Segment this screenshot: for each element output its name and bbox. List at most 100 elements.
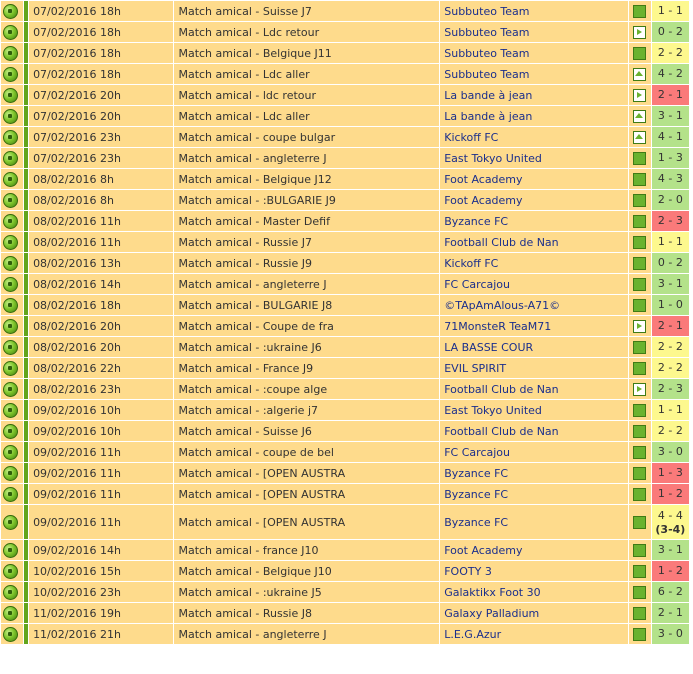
score-cell[interactable]: 2 - 3 [650,210,690,232]
opponent-team-link[interactable]: East Tokyo United [439,147,629,169]
match-row[interactable]: 11/02/2016 19h Match amical - Russie J8 Ga… [0,602,693,624]
score-cell[interactable]: 3 - 0 [650,623,690,645]
opponent-team-link[interactable]: La bande à jean [439,84,629,106]
match-row[interactable]: 09/02/2016 10h Match amical - Suisse J6 Fo… [0,420,693,442]
soccer-ball-icon[interactable] [3,381,18,397]
score-cell[interactable]: 1 - 3 [650,462,690,484]
score-cell[interactable]: 2 - 3 [650,378,690,400]
score-cell[interactable]: 1 - 3 [650,147,690,169]
opponent-team-link[interactable]: ©TApAmAlous-A71© [439,294,629,316]
match-score[interactable]: 1 - 3 [652,151,688,165]
match-score[interactable]: 2 - 3 [652,382,688,396]
match-score[interactable]: 2 - 2 [652,424,688,438]
score-cell[interactable]: 2 - 2 [650,42,690,64]
soccer-ball-icon[interactable] [3,360,18,376]
match-icon-cell[interactable] [0,105,25,127]
opponent-team-link[interactable]: Subbuteo Team [439,21,629,43]
match-icon-cell[interactable] [0,420,25,442]
match-score[interactable]: 3 - 0 [652,627,688,641]
match-score[interactable]: 2 - 3 [652,214,688,228]
score-cell[interactable]: 4 - 1 [650,126,690,148]
match-row[interactable]: 09/02/2016 10h Match amical - :algerie j7… [0,399,693,421]
match-row[interactable]: 08/02/2016 8h Match amical - :BULGARIE J9… [0,189,693,211]
match-icon-cell[interactable] [0,378,25,400]
soccer-ball-icon[interactable] [3,514,18,530]
soccer-ball-icon[interactable] [3,605,18,621]
match-score[interactable]: 1 - 3 [652,466,688,480]
score-cell[interactable]: 1 - 1 [650,399,690,421]
match-score[interactable]: 4 - 3 [652,172,688,186]
match-row[interactable]: 10/02/2016 23h Match amical - :ukraine J5… [0,581,693,603]
match-row[interactable]: 08/02/2016 11h Match amical - Master Defi… [0,210,693,232]
score-cell[interactable]: 0 - 2 [650,21,690,43]
score-cell[interactable]: 4 - 2 [650,63,690,85]
score-cell[interactable]: 3 - 1 [650,539,690,561]
match-icon-cell[interactable] [0,462,25,484]
match-icon-cell[interactable] [0,273,25,295]
match-icon-cell[interactable] [0,84,25,106]
opponent-team-link[interactable]: Byzance FC [439,210,629,232]
match-score[interactable]: 2 - 1 [652,319,688,333]
soccer-ball-icon[interactable] [3,255,18,271]
soccer-ball-icon[interactable] [3,402,18,418]
match-row[interactable]: 07/02/2016 18h Match amical - Belgique J1… [0,42,693,64]
score-cell[interactable]: 1 - 2 [650,483,690,505]
match-row[interactable]: 09/02/2016 11h Match amical - coupe de be… [0,441,693,463]
match-score[interactable]: 4 - 1 [652,130,688,144]
match-icon-cell[interactable] [0,581,25,603]
opponent-team-link[interactable]: Byzance FC [439,504,629,540]
match-row[interactable]: 07/02/2016 20h Match amical - ldc retour L… [0,84,693,106]
match-row[interactable]: 08/02/2016 14h Match amical - angleterre … [0,273,693,295]
soccer-ball-icon[interactable] [3,339,18,355]
match-row[interactable]: 07/02/2016 20h Match amical - Ldc aller La… [0,105,693,127]
score-cell[interactable]: 2 - 2 [650,336,690,358]
match-icon-cell[interactable] [0,189,25,211]
soccer-ball-icon[interactable] [3,87,18,103]
score-cell[interactable]: 3 - 0 [650,441,690,463]
soccer-ball-icon[interactable] [3,486,18,502]
match-row[interactable]: 08/02/2016 13h Match amical - Russie J9 Ki… [0,252,693,274]
opponent-team-link[interactable]: Football Club de Nan [439,378,629,400]
score-cell[interactable]: 2 - 1 [650,315,690,337]
match-score[interactable]: 3 - 1 [652,277,688,291]
score-cell[interactable]: 4 - 4 (3-4) [650,504,690,540]
score-cell[interactable]: 0 - 2 [650,252,690,274]
score-cell[interactable]: 1 - 2 [650,560,690,582]
match-score[interactable]: 2 - 1 [652,606,688,620]
match-row[interactable]: 09/02/2016 11h Match amical - [OPEN AUSTR… [0,504,693,540]
match-icon-cell[interactable] [0,441,25,463]
opponent-team-link[interactable]: Football Club de Nan [439,231,629,253]
opponent-team-link[interactable]: Kickoff FC [439,252,629,274]
opponent-team-link[interactable]: Galaktikx Foot 30 [439,581,629,603]
match-score[interactable]: 2 - 0 [652,193,688,207]
score-cell[interactable]: 1 - 1 [650,231,690,253]
match-row[interactable]: 10/02/2016 15h Match amical - Belgique J1… [0,560,693,582]
match-row[interactable]: 07/02/2016 18h Match amical - Suisse J7 Su… [0,0,693,22]
match-icon-cell[interactable] [0,168,25,190]
opponent-team-link[interactable]: EVIL SPIRIT [439,357,629,379]
match-row[interactable]: 08/02/2016 11h Match amical - Russie J7 Fo… [0,231,693,253]
match-icon-cell[interactable] [0,294,25,316]
opponent-team-link[interactable]: Byzance FC [439,462,629,484]
match-score[interactable]: 1 - 1 [652,4,688,18]
match-row[interactable]: 08/02/2016 8h Match amical - Belgique J12… [0,168,693,190]
opponent-team-link[interactable]: L.E.G.Azur [439,623,629,645]
match-score[interactable]: 3 - 1 [652,543,688,557]
match-icon-cell[interactable] [0,483,25,505]
match-row[interactable]: 09/02/2016 11h Match amical - [OPEN AUSTR… [0,483,693,505]
match-score[interactable]: 6 - 2 [652,585,688,599]
match-icon-cell[interactable] [0,315,25,337]
score-cell[interactable]: 2 - 1 [650,602,690,624]
soccer-ball-icon[interactable] [3,563,18,579]
match-icon-cell[interactable] [0,623,25,645]
opponent-team-link[interactable]: East Tokyo United [439,399,629,421]
match-icon-cell[interactable] [0,147,25,169]
soccer-ball-icon[interactable] [3,24,18,40]
score-cell[interactable]: 1 - 1 [650,0,690,22]
match-icon-cell[interactable] [0,0,25,22]
soccer-ball-icon[interactable] [3,297,18,313]
opponent-team-link[interactable]: Kickoff FC [439,126,629,148]
match-icon-cell[interactable] [0,399,25,421]
match-row[interactable]: 07/02/2016 23h Match amical - coupe bulga… [0,126,693,148]
soccer-ball-icon[interactable] [3,234,18,250]
